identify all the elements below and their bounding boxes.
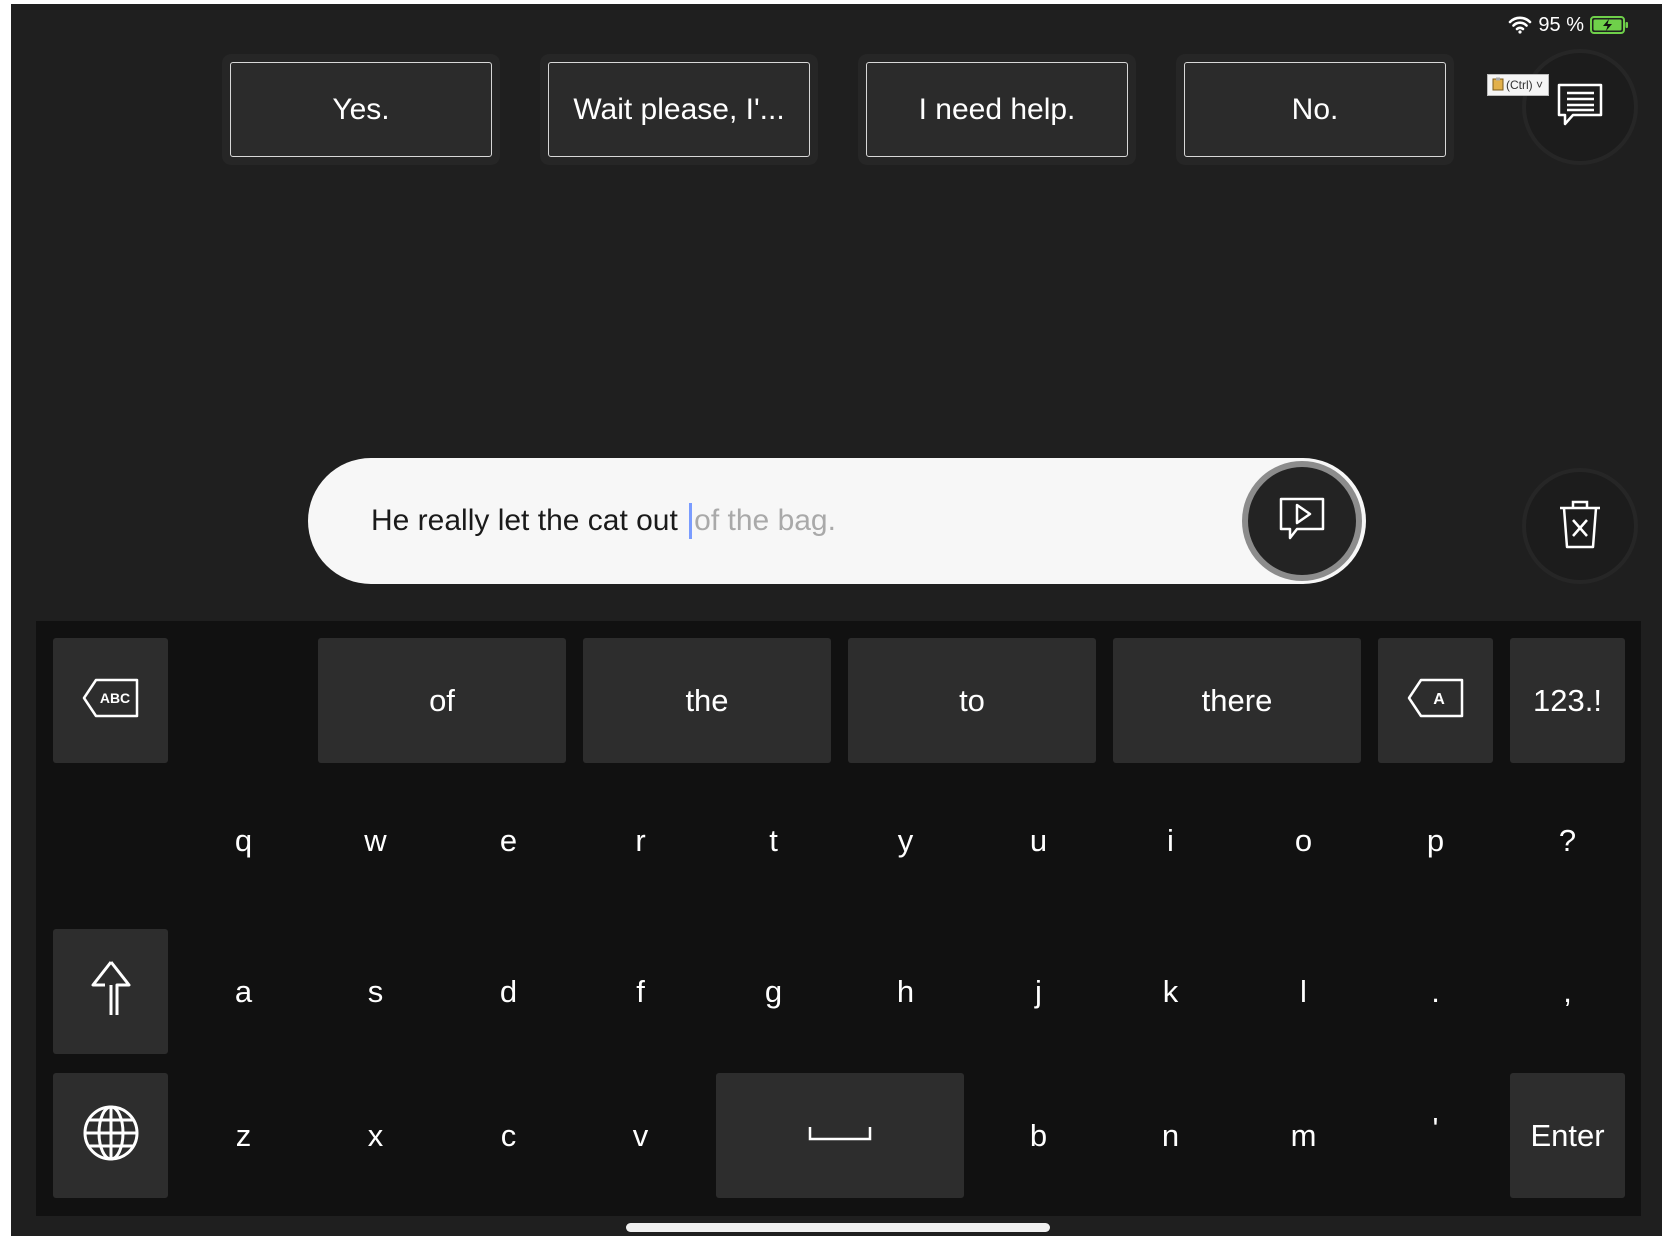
key-f[interactable]: f — [583, 929, 698, 1054]
key-d[interactable]: d — [451, 929, 566, 1054]
key-w[interactable]: w — [318, 781, 433, 901]
phrase-button-no[interactable]: No. — [1184, 62, 1446, 157]
home-indicator[interactable] — [626, 1223, 1050, 1232]
message-text[interactable]: He really let the cat out of the bag. — [371, 458, 836, 584]
key-t[interactable]: t — [716, 781, 831, 901]
on-screen-keyboard: ABC of the to there A 123.! q w e r t y … — [36, 621, 1641, 1216]
typed-text: He really let the cat out — [371, 504, 687, 537]
message-text-field[interactable]: He really let the cat out of the bag. — [308, 458, 1366, 584]
battery-charging-icon — [1590, 15, 1630, 35]
trash-clear-icon — [1557, 498, 1603, 555]
phrase-button-yes[interactable]: Yes. — [230, 62, 492, 157]
abc-backspace-key[interactable]: ABC — [53, 638, 168, 763]
enter-key[interactable]: Enter — [1510, 1073, 1625, 1198]
word-suggestion-of[interactable]: of — [318, 638, 566, 763]
key-q[interactable]: q — [186, 781, 301, 901]
battery-percent: 95 % — [1538, 13, 1584, 36]
key-k[interactable]: k — [1113, 929, 1228, 1054]
shift-arrow-icon — [89, 959, 133, 1024]
key-y[interactable]: y — [848, 781, 963, 901]
globe-icon — [82, 1104, 140, 1167]
paste-options-tooltip[interactable]: (Ctrl) ˅ — [1487, 74, 1549, 96]
numbers-key[interactable]: 123.! — [1510, 638, 1625, 763]
word-suggestion-the[interactable]: the — [583, 638, 831, 763]
word-suggestion-to[interactable]: to — [848, 638, 1096, 763]
key-comma[interactable]: , — [1510, 929, 1625, 1054]
phrase-button-help[interactable]: I need help. — [866, 62, 1128, 157]
key-b[interactable]: b — [981, 1073, 1096, 1198]
key-o[interactable]: o — [1246, 781, 1361, 901]
key-apostrophe[interactable]: ' — [1378, 1073, 1493, 1185]
key-n[interactable]: n — [1113, 1073, 1228, 1198]
paste-tooltip-label: (Ctrl) ˅ — [1506, 78, 1543, 92]
svg-text:A: A — [1433, 691, 1445, 708]
abc-backspace-icon: ABC — [82, 678, 140, 723]
key-g[interactable]: g — [716, 929, 831, 1054]
speak-play-icon — [1277, 496, 1327, 547]
key-question-mark[interactable]: ? — [1510, 781, 1625, 901]
key-j[interactable]: j — [981, 929, 1096, 1054]
key-s[interactable]: s — [318, 929, 433, 1054]
key-x[interactable]: x — [318, 1073, 433, 1198]
key-i[interactable]: i — [1113, 781, 1228, 901]
globe-key[interactable] — [53, 1073, 168, 1198]
svg-text:ABC: ABC — [99, 690, 129, 706]
phrase-button-wait[interactable]: Wait please, I'... — [548, 62, 810, 157]
clear-text-button[interactable] — [1526, 472, 1634, 580]
speak-button[interactable] — [1242, 461, 1362, 581]
text-caret — [689, 503, 693, 539]
shift-key[interactable] — [53, 929, 168, 1054]
letter-backspace-icon: A — [1407, 678, 1465, 723]
key-a[interactable]: a — [186, 929, 301, 1054]
clipboard-icon — [1492, 77, 1504, 94]
phrase-list-button[interactable] — [1526, 53, 1634, 161]
key-l[interactable]: l — [1246, 929, 1361, 1054]
word-suggestion-there[interactable]: there — [1113, 638, 1361, 763]
app-screen: 95 % Yes. Wait please, I'... I need help… — [11, 4, 1662, 1236]
speech-list-icon — [1555, 82, 1605, 133]
key-u[interactable]: u — [981, 781, 1096, 901]
key-z[interactable]: z — [186, 1073, 301, 1198]
key-h[interactable]: h — [848, 929, 963, 1054]
wifi-icon — [1508, 16, 1532, 34]
key-c[interactable]: c — [451, 1073, 566, 1198]
key-p[interactable]: p — [1378, 781, 1493, 901]
status-bar: 95 % — [1508, 12, 1630, 38]
key-period[interactable]: . — [1378, 929, 1493, 1054]
space-bar-icon — [808, 1123, 872, 1148]
key-m[interactable]: m — [1246, 1073, 1361, 1198]
inline-suggestion-text[interactable]: of the bag. — [694, 504, 836, 538]
letter-backspace-key[interactable]: A — [1378, 638, 1493, 763]
key-r[interactable]: r — [583, 781, 698, 901]
key-e[interactable]: e — [451, 781, 566, 901]
key-v[interactable]: v — [583, 1073, 698, 1198]
space-key[interactable] — [716, 1073, 964, 1198]
